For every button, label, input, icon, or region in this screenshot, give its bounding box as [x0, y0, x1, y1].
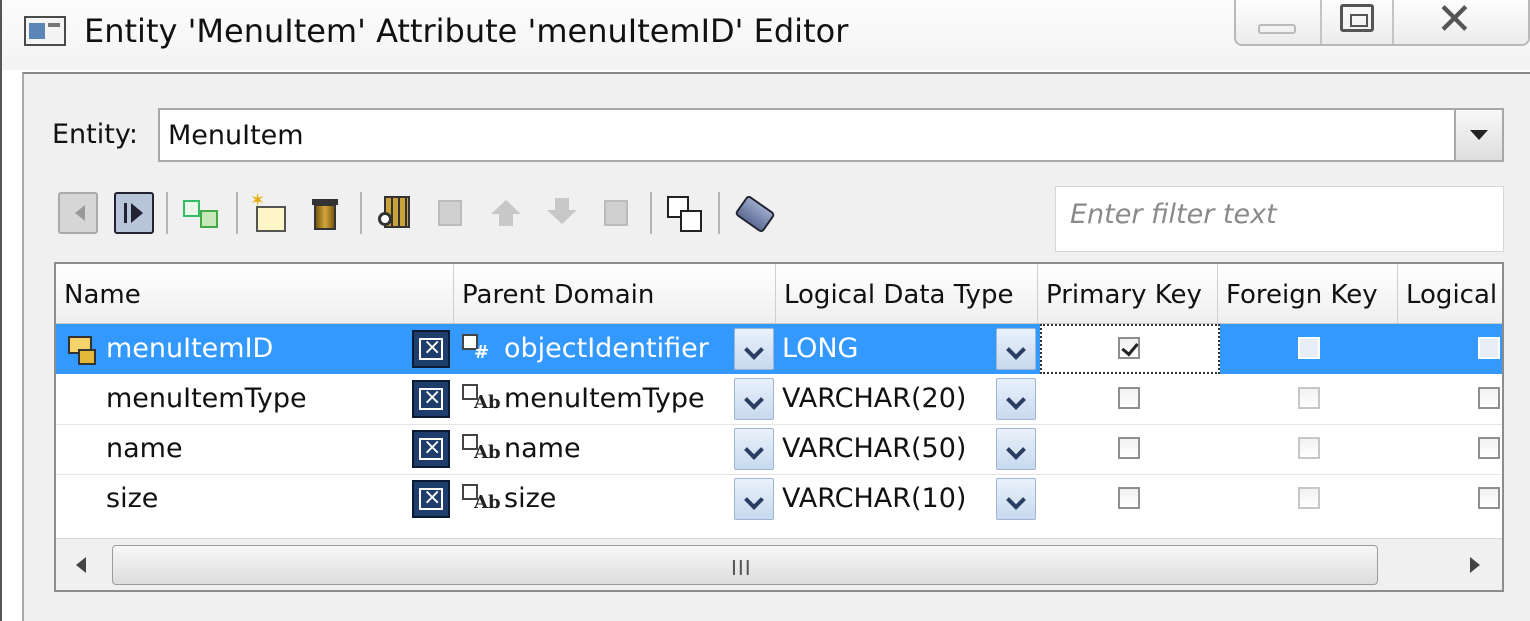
table-row[interactable]: name Ab name VARCHAR(50) [56, 424, 1502, 474]
table-row[interactable]: size Ab size VARCHAR(10) [56, 474, 1502, 524]
close-button[interactable]: ✕ [1394, 0, 1530, 45]
domain-editor-icon[interactable] [412, 480, 450, 518]
primary-key-checkbox[interactable] [1118, 387, 1140, 409]
window-title: Entity 'MenuItem' Attribute 'menuItemID'… [84, 12, 849, 50]
move-top-icon[interactable] [430, 192, 470, 234]
delete-icon[interactable] [306, 192, 346, 234]
text-domain-icon: Ab [460, 484, 501, 514]
entity-select-value: MenuItem [168, 120, 304, 151]
attribute-name: menuItemType [106, 383, 307, 414]
column-header-logical[interactable]: Logical [1398, 264, 1502, 324]
domain-editor-icon[interactable] [412, 430, 450, 468]
foreign-key-checkbox[interactable] [1298, 387, 1320, 409]
filter-input[interactable]: Enter filter text [1055, 186, 1504, 252]
data-type-value: VARCHAR(10) [782, 483, 967, 514]
previous-icon[interactable] [58, 192, 98, 234]
domain-editor-icon[interactable] [412, 330, 450, 368]
toolbar-separator [650, 192, 652, 234]
column-header-parent-domain[interactable]: Parent Domain [454, 264, 776, 324]
scroll-right-icon[interactable] [1470, 557, 1480, 573]
data-type-dropdown[interactable] [996, 378, 1036, 420]
data-type-dropdown[interactable] [996, 478, 1036, 520]
reorder-icon[interactable] [376, 192, 416, 234]
primary-key-icon [66, 334, 96, 365]
column-header-foreign-key[interactable]: Foreign Key [1218, 264, 1398, 324]
logical-checkbox[interactable] [1478, 437, 1500, 459]
data-type-dropdown[interactable] [996, 428, 1036, 470]
scrollbar-grip: III [731, 556, 752, 580]
move-up-icon[interactable] [486, 192, 526, 234]
minimize-icon [1258, 24, 1296, 34]
filter-placeholder: Enter filter text [1070, 199, 1277, 230]
horizontal-scrollbar[interactable]: III [56, 538, 1502, 590]
entity-label: Entity: [52, 119, 138, 150]
toolbar-separator [718, 192, 720, 234]
parent-domain-dropdown[interactable] [734, 328, 774, 370]
foreign-key-checkbox[interactable] [1298, 437, 1320, 459]
data-type-dropdown[interactable] [996, 328, 1036, 370]
logical-checkbox[interactable] [1478, 487, 1500, 509]
attributes-table: Name Parent Domain Logical Data Type Pri… [54, 262, 1504, 592]
tag-icon[interactable] [734, 192, 774, 234]
parent-domain-dropdown[interactable] [734, 428, 774, 470]
minimize-button[interactable] [1236, 0, 1322, 44]
primary-key-checkbox[interactable] [1118, 337, 1140, 359]
parent-domain-dropdown[interactable] [734, 478, 774, 520]
table-row[interactable]: menuItemType Ab menuItemType VARCHAR(20) [56, 374, 1502, 424]
move-bottom-icon[interactable] [596, 192, 636, 234]
window-app-icon [24, 16, 66, 46]
column-header-logical-data-type[interactable]: Logical Data Type [776, 264, 1038, 324]
scrollbar-thumb[interactable]: III [112, 545, 1378, 585]
window-border [0, 0, 2, 621]
column-header-primary-key[interactable]: Primary Key [1038, 264, 1218, 324]
close-icon: ✕ [1436, 0, 1473, 45]
parent-domain-dropdown[interactable] [734, 378, 774, 420]
parent-domain-value: objectIdentifier [504, 333, 709, 364]
hierarchy-icon[interactable] [180, 192, 220, 234]
attribute-name: size [106, 483, 159, 514]
logical-checkbox[interactable] [1478, 387, 1500, 409]
next-icon[interactable] [114, 192, 154, 234]
column-header-name[interactable]: Name [56, 264, 454, 324]
primary-key-checkbox[interactable] [1118, 487, 1140, 509]
data-type-value: VARCHAR(20) [782, 383, 967, 414]
text-domain-icon: Ab [460, 434, 501, 464]
maximize-icon [1340, 4, 1374, 32]
move-down-icon[interactable] [542, 192, 582, 234]
data-type-value: VARCHAR(50) [782, 433, 967, 464]
new-attribute-icon[interactable] [250, 190, 290, 234]
parent-domain-value: name [504, 433, 581, 464]
maximize-button[interactable] [1322, 0, 1394, 44]
window-controls: ✕ [1234, 0, 1530, 46]
title-bar[interactable]: Entity 'MenuItem' Attribute 'menuItemID'… [0, 0, 1530, 70]
table-row[interactable]: menuItemID # objectIdentifier LONG [56, 324, 1502, 374]
attribute-name: menuItemID [106, 333, 274, 364]
data-type-value: LONG [782, 333, 859, 364]
foreign-key-checkbox[interactable] [1298, 487, 1320, 509]
parent-domain-value: menuItemType [504, 383, 705, 414]
foreign-key-checkbox[interactable] [1298, 337, 1320, 359]
text-domain-icon: Ab [460, 384, 501, 414]
toolbar-separator [360, 192, 362, 234]
entity-select[interactable]: MenuItem [158, 108, 1504, 162]
chevron-down-icon [1470, 130, 1488, 140]
scroll-left-icon[interactable] [76, 557, 86, 573]
parent-domain-value: size [504, 483, 557, 514]
logical-checkbox[interactable] [1478, 337, 1500, 359]
attribute-name: name [106, 433, 183, 464]
toolbar-separator [166, 192, 168, 234]
entity-dropdown-button[interactable] [1454, 110, 1502, 160]
primary-key-checkbox[interactable] [1118, 437, 1140, 459]
domain-editor-icon[interactable] [412, 380, 450, 418]
copy-icon[interactable] [664, 192, 704, 234]
toolbar-separator [236, 192, 238, 234]
numeric-domain-icon: # [460, 334, 500, 364]
